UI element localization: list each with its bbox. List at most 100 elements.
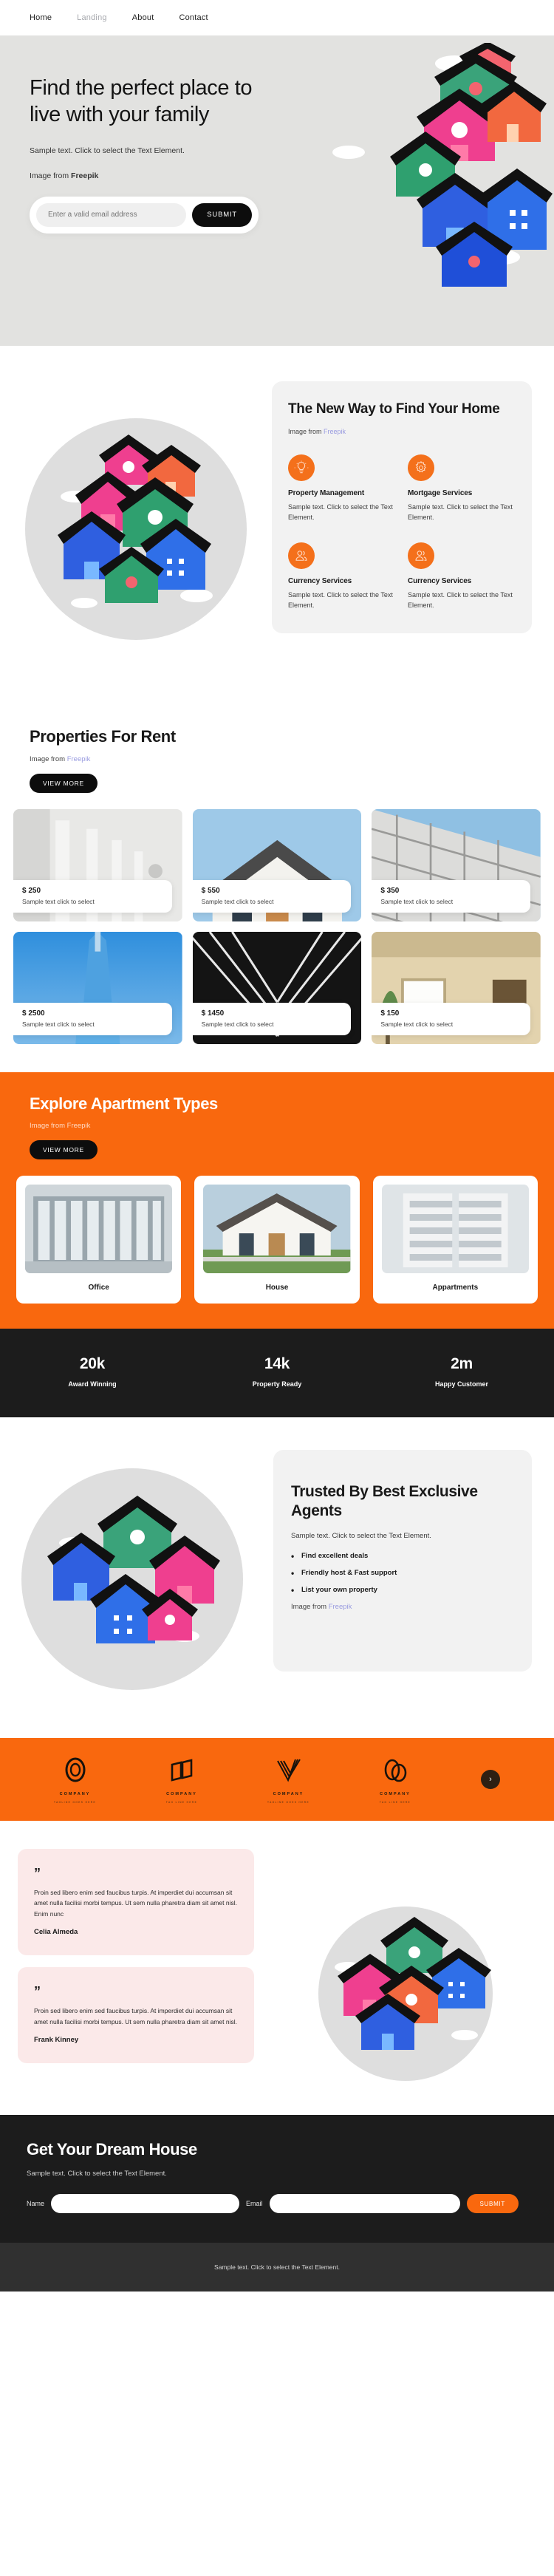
open-book-logo-icon — [171, 1759, 193, 1782]
quote-icon: ” — [34, 1866, 41, 1881]
property-price: $ 250 — [22, 887, 41, 895]
feature-title: Currency Services — [408, 576, 472, 585]
top-navigation: Home Landing About Contact — [0, 0, 554, 35]
quote-icon: ” — [34, 1984, 41, 2000]
cta-subtext: Sample text. Click to select the Text El… — [27, 2170, 167, 2178]
cta-name-input[interactable] — [51, 2194, 240, 2213]
type-thumbnail — [25, 1185, 173, 1273]
explore-section: Explore Apartment Types Image from Freep… — [0, 1072, 554, 1329]
trusted-houses-illustration — [21, 1468, 243, 1690]
feature-text: Sample text. Click to select the Text El… — [408, 590, 513, 609]
hero-submit-button[interactable]: SUBMIT — [192, 202, 252, 227]
property-card[interactable]: $ 1450 Sample text click to select — [192, 932, 362, 1044]
credit-source-link[interactable]: Freepik — [67, 755, 91, 763]
hero-signup-form: SUBMIT — [30, 196, 259, 234]
cta-submit-button[interactable]: SUBMIT — [466, 2194, 519, 2213]
type-label: Appartments — [432, 1284, 479, 1292]
double-loop-logo-icon — [384, 1759, 407, 1782]
partner-name: COMPANY — [59, 1792, 91, 1796]
property-price: $ 1450 — [201, 1009, 225, 1018]
stats-section: 20k Award Winning 14k Property Ready 2m … — [0, 1329, 554, 1417]
credit-prefix: Image from — [291, 1602, 329, 1611]
apartment-type-card[interactable]: Appartments — [372, 1176, 538, 1304]
properties-heading: Properties For Rent — [30, 727, 176, 746]
credit-prefix: Image from — [288, 427, 324, 435]
apartment-types-grid: Office House Appartments — [16, 1176, 538, 1304]
bullet-item: Find excellent deals — [291, 1551, 514, 1561]
credit-prefix: Image from — [30, 171, 72, 180]
partner-name: COMPANY — [273, 1792, 304, 1796]
partner-tagline: TAG LINE HERE — [165, 1801, 198, 1804]
explore-view-more-button[interactable]: VIEW MORE — [30, 1140, 98, 1159]
property-card[interactable]: $ 2500 Sample text click to select — [13, 932, 182, 1044]
bullet-item: List your own property — [291, 1585, 514, 1595]
explore-credit: Image from Freepik — [30, 1122, 91, 1130]
testimonials-column: ” Proin sed libero enim sed faucibus tur… — [18, 1849, 254, 2075]
feature-title: Property Management — [288, 488, 365, 497]
property-price-tag: $ 1450 Sample text click to select — [192, 1003, 352, 1035]
apartment-type-card[interactable]: House — [194, 1176, 360, 1304]
testimonial-card: ” Proin sed libero enim sed faucibus tur… — [18, 1849, 254, 1956]
gear-icon — [408, 454, 434, 481]
property-desc: Sample text click to select — [22, 1020, 95, 1028]
people-icon — [288, 542, 315, 569]
hero-houses-illustration — [332, 43, 553, 287]
feature-title: Mortgage Services — [408, 488, 473, 497]
hero-email-input[interactable] — [36, 202, 187, 227]
oval-ring-logo-icon — [64, 1757, 86, 1782]
partner-tagline: TAGLINE GOES HERE — [53, 1801, 97, 1804]
partner-logo-4[interactable]: COMPANY TAG LINE HERE — [379, 1755, 411, 1804]
property-price: $ 550 — [201, 887, 220, 895]
partner-tagline: TAGLINE GOES HERE — [267, 1801, 310, 1804]
property-price: $ 350 — [380, 887, 400, 895]
testimonial-card: ” Proin sed libero enim sed faucibus tur… — [18, 1967, 254, 2064]
property-card[interactable]: $ 550 Sample text click to select — [192, 809, 362, 921]
cta-section: Get Your Dream House Sample text. Click … — [0, 2115, 554, 2243]
trusted-card: Trusted By Best Exclusive Agents Sample … — [273, 1450, 532, 1672]
partner-logo-2[interactable]: COMPANY TAG LINE HERE — [165, 1755, 198, 1804]
hero-image-credit: Image from Freepik — [30, 171, 266, 180]
property-desc: Sample text click to select — [22, 898, 95, 905]
property-card[interactable]: $ 250 Sample text click to select — [13, 809, 182, 921]
cta-email-input[interactable] — [269, 2194, 460, 2213]
properties-view-more-button[interactable]: VIEW MORE — [30, 774, 98, 793]
property-card[interactable]: $ 150 Sample text click to select — [372, 932, 541, 1044]
partner-logo-1[interactable]: COMPANY TAGLINE GOES HERE — [54, 1755, 96, 1804]
new-way-houses-illustration — [25, 418, 247, 640]
credit-source-link[interactable]: Freepik — [329, 1603, 352, 1611]
properties-credit: Image from Freepik — [13, 755, 541, 763]
stat-number: 20k — [79, 1355, 106, 1372]
hero-heading: Find the perfect place to live with your… — [30, 76, 253, 126]
apartment-type-card[interactable]: Office — [16, 1176, 182, 1304]
stat-number: 14k — [264, 1355, 290, 1372]
feature-currency-services-2: Currency Services Sample text. Click to … — [408, 542, 516, 611]
new-way-heading: The New Way to Find Your Home — [288, 401, 500, 417]
testimonials-houses-illustration — [318, 1907, 493, 2081]
partner-logo-3[interactable]: COMPANY TAGLINE GOES HERE — [267, 1755, 310, 1804]
nav-item-about[interactable]: About — [132, 13, 154, 22]
cta-heading: Get Your Dream House — [27, 2140, 197, 2158]
landing-page: Home Landing About Contact Find the perf… — [0, 0, 554, 2292]
stat-label: Property Ready — [252, 1380, 302, 1388]
credit-source-link[interactable]: Freepik — [324, 428, 346, 435]
new-way-credit: Image from Freepik — [288, 428, 516, 435]
stat-award-winning: 20k Award Winning — [0, 1355, 185, 1388]
properties-grid: $ 250 Sample text click to select $ 550 — [13, 809, 541, 1044]
feature-currency-services-1: Currency Services Sample text. Click to … — [288, 542, 396, 611]
people-icon — [408, 542, 434, 569]
nav-item-home[interactable]: Home — [30, 13, 52, 22]
credit-source: Freepik — [71, 171, 99, 180]
property-price-tag: $ 150 Sample text click to select — [372, 1003, 530, 1035]
property-card[interactable]: $ 350 Sample text click to select — [372, 809, 541, 921]
explore-heading: Explore Apartment Types — [30, 1094, 218, 1113]
lightbulb-icon — [288, 454, 315, 481]
feature-property-management: Property Management Sample text. Click t… — [288, 454, 396, 523]
chevron-right-icon[interactable]: › — [480, 1770, 500, 1789]
stat-number: 2m — [451, 1355, 473, 1372]
nav-item-landing[interactable]: Landing — [77, 13, 107, 22]
feature-text: Sample text. Click to select the Text El… — [288, 502, 393, 521]
partner-name: COMPANY — [380, 1792, 411, 1796]
stat-label: Happy Customer — [434, 1380, 488, 1388]
nav-item-contact[interactable]: Contact — [179, 13, 208, 22]
stat-happy-customer: 2m Happy Customer — [369, 1355, 554, 1388]
